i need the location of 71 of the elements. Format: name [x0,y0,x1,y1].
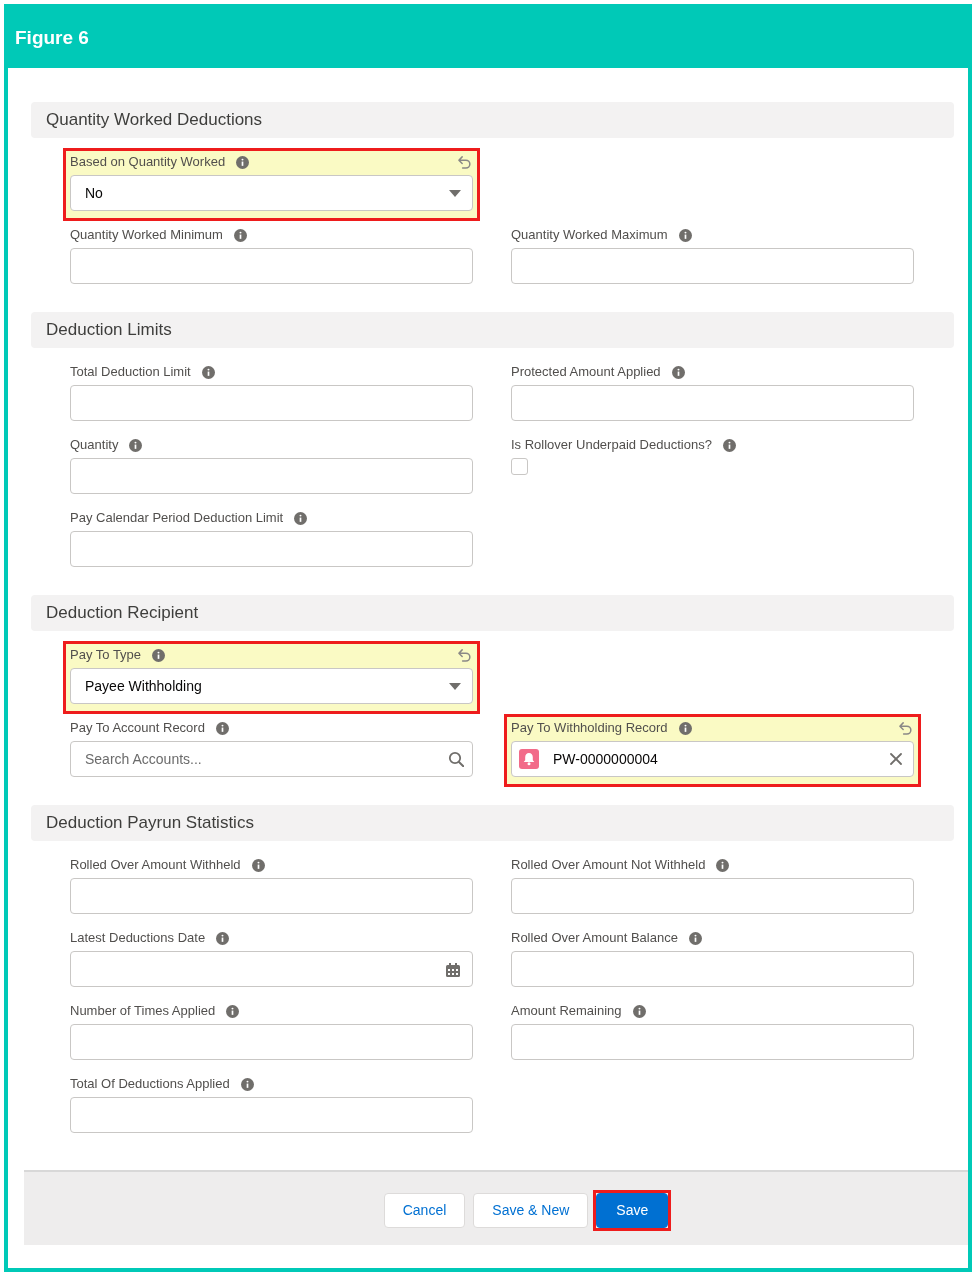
info-icon[interactable] [233,228,247,242]
input-field[interactable] [70,248,473,284]
undo-icon[interactable] [898,720,913,736]
field-label: Quantity [70,436,119,455]
input-field[interactable] [70,385,473,421]
calendar-icon[interactable] [446,963,460,977]
save-button[interactable]: Save [596,1193,669,1228]
info-icon[interactable] [678,228,692,242]
info-icon[interactable] [226,1004,240,1018]
field-label: Pay To Account Record [70,719,205,738]
section-header: Deduction Limits [31,312,954,348]
field-label: Rolled Over Amount Withheld [70,856,241,875]
field-label: Latest Deductions Date [70,929,206,948]
undo-icon[interactable] [457,154,472,170]
info-icon[interactable] [152,648,166,662]
caret-down-icon[interactable] [449,189,461,197]
input-field[interactable] [511,878,914,914]
date-field[interactable] [70,951,473,987]
info-icon[interactable] [632,1004,646,1018]
field-label: Amount Remaining [511,1002,622,1021]
field-label: Total Of Deductions Applied [70,1075,230,1094]
dropdown-field[interactable]: Payee Withholding [70,668,473,704]
info-icon[interactable] [294,511,308,525]
section-header: Deduction Payrun Statistics [31,805,954,841]
input-field[interactable] [511,951,914,987]
search-icon [448,751,464,767]
info-icon[interactable] [671,365,685,379]
input-field[interactable] [70,1097,473,1133]
figure-title: Figure 6 [15,25,89,50]
info-icon[interactable] [688,931,702,945]
field-label: Is Rollover Underpaid Deductions? [511,436,712,455]
field-label: Pay To Type [70,646,142,665]
field-label: Quantity Worked Minimum [70,226,223,245]
caret-down-icon[interactable] [449,682,461,690]
footer-button[interactable]: Cancel [383,1193,466,1228]
info-icon[interactable] [236,155,250,169]
input-field[interactable] [511,385,914,421]
field-label: Pay To Withholding Record [511,719,668,738]
input-field[interactable] [511,248,914,284]
info-icon[interactable] [240,1077,254,1091]
clear-icon[interactable] [890,753,902,765]
input-field[interactable] [70,878,473,914]
dropdown-field[interactable]: No [70,175,473,211]
info-icon[interactable] [722,438,736,452]
field-label: Quantity Worked Maximum [511,226,668,245]
field-label: Based on Quantity Worked [70,153,226,172]
bell-icon [519,749,539,769]
field-label: Rolled Over Amount Not Withheld [511,856,706,875]
input-field[interactable] [70,531,473,567]
lookup-field[interactable]: PW-0000000004 [511,741,914,777]
field-label: Number of Times Applied [70,1002,216,1021]
section-header: Deduction Recipient [31,595,954,631]
info-icon[interactable] [201,365,215,379]
field-label: Rolled Over Amount Balance [511,929,678,948]
field-label: Protected Amount Applied [511,363,661,382]
info-icon[interactable] [251,858,265,872]
field-label: Total Deduction Limit [70,363,191,382]
field-label: Pay Calendar Period Deduction Limit [70,509,284,528]
checkbox[interactable] [511,458,528,475]
undo-icon[interactable] [457,647,472,663]
input-field[interactable] [70,1024,473,1060]
info-icon[interactable] [129,438,143,452]
section-header: Quantity Worked Deductions [31,102,954,138]
info-icon[interactable] [216,931,230,945]
info-icon[interactable] [215,721,229,735]
input-field[interactable] [511,1024,914,1060]
input-field[interactable] [70,458,473,494]
info-icon[interactable] [716,858,730,872]
search-field[interactable]: Search Accounts... [70,741,473,777]
info-icon[interactable] [678,721,692,735]
footer-button[interactable]: Save & New [473,1193,589,1228]
